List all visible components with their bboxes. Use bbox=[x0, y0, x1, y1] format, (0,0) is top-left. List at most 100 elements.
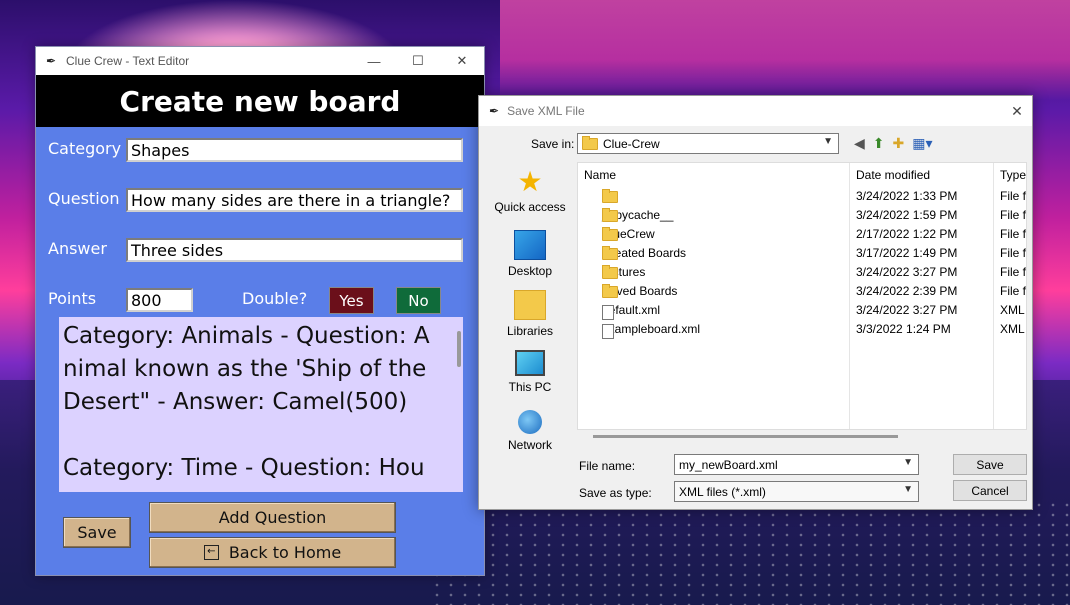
column-header-date[interactable]: Date modified bbox=[856, 163, 930, 187]
file-name-label: File name: bbox=[579, 459, 636, 473]
file-list-row[interactable]: ClueCrew 2/17/2022 1:22 PM File fo bbox=[578, 225, 1027, 244]
back-to-home-button[interactable]: ← Back to Home bbox=[149, 537, 396, 568]
folder-icon bbox=[602, 189, 618, 203]
file-date-cell: 2/17/2022 1:22 PM bbox=[856, 227, 958, 241]
save-in-label: Save in: bbox=[531, 137, 575, 151]
category-field[interactable]: Shapes bbox=[126, 138, 463, 162]
desktop-icon bbox=[514, 230, 546, 260]
answer-label: Answer bbox=[48, 239, 107, 258]
place-this-pc[interactable]: This PC bbox=[485, 350, 575, 394]
feather-icon: ✒ bbox=[46, 54, 57, 68]
preview-line bbox=[63, 419, 443, 452]
back-arrow-icon: ← bbox=[203, 545, 219, 560]
file-name-cell: Pictures bbox=[602, 265, 645, 279]
dialog-titlebar: ✒ Save XML File ✕ bbox=[479, 96, 1032, 126]
save-as-type-value: XML files (*.xml) bbox=[679, 484, 766, 499]
file-list-row[interactable]: Created Boards 3/17/2022 1:49 PM File fo bbox=[578, 244, 1026, 263]
file-date-cell: 3/24/2022 3:27 PM bbox=[856, 265, 958, 279]
file-name-text: exampleboard.xml bbox=[602, 322, 701, 336]
file-name-cell: .git bbox=[602, 189, 618, 203]
file-type-cell: File fo bbox=[1000, 227, 1027, 241]
folder-icon bbox=[602, 246, 618, 260]
up-folder-icon[interactable]: ⬆ bbox=[873, 135, 885, 152]
file-list-row[interactable]: default.xml 3/24/2022 3:27 PM XML bbox=[578, 301, 1026, 320]
points-field[interactable]: 800 bbox=[126, 288, 193, 312]
page-title: Create new board bbox=[36, 75, 484, 127]
file-name-cell: default.xml bbox=[602, 303, 660, 320]
save-in-combo[interactable]: Clue-Crew ▼ bbox=[577, 133, 839, 154]
folder-icon bbox=[602, 284, 618, 298]
file-list-row[interactable]: Saved Boards 3/24/2022 2:39 PM File fo bbox=[578, 282, 1027, 301]
maximize-icon[interactable]: ☐ bbox=[396, 47, 440, 75]
view-menu-icon[interactable]: ▦▾ bbox=[912, 135, 932, 152]
double-yes-button[interactable]: Yes bbox=[329, 287, 374, 314]
question-field[interactable]: How many sides are there in a triangle? bbox=[126, 188, 463, 212]
computer-icon bbox=[515, 350, 545, 376]
scrollbar-thumb[interactable] bbox=[593, 435, 898, 438]
double-no-button[interactable]: No bbox=[396, 287, 441, 314]
save-xml-dialog: ✒ Save XML File ✕ Save in: Clue-Crew ▼ ◀… bbox=[478, 95, 1033, 510]
background-city-lights bbox=[430, 500, 1070, 605]
place-desktop[interactable]: Desktop bbox=[485, 230, 575, 278]
close-icon[interactable]: ✕ bbox=[1002, 103, 1032, 120]
libraries-icon bbox=[514, 290, 546, 320]
chevron-down-icon: ▼ bbox=[903, 457, 913, 468]
preview-line: Category: Time - Question: Hou bbox=[63, 455, 425, 481]
file-name-value: my_newBoard.xml bbox=[679, 457, 778, 472]
place-label: Quick access bbox=[494, 200, 566, 214]
sort-indicator-icon: ⌃ bbox=[708, 162, 717, 170]
file-list-row[interactable]: Pictures 3/24/2022 3:27 PM File fo bbox=[578, 263, 1026, 282]
file-date-cell: 3/24/2022 1:33 PM bbox=[856, 189, 958, 203]
star-icon: ★ bbox=[517, 166, 543, 197]
places-bar: ★ Quick access Desktop Libraries This PC… bbox=[485, 162, 575, 507]
place-label: Libraries bbox=[506, 324, 554, 338]
back-icon[interactable]: ◀ bbox=[854, 135, 865, 152]
file-date-cell: 3/24/2022 3:27 PM bbox=[856, 303, 958, 317]
network-icon bbox=[518, 410, 542, 434]
file-list-row[interactable]: exampleboard.xml 3/3/2022 1:24 PM XML bbox=[578, 320, 1026, 339]
dialog-cancel-button[interactable]: Cancel bbox=[953, 480, 1027, 501]
file-date-cell: 3/24/2022 2:39 PM bbox=[856, 284, 958, 298]
folder-icon bbox=[602, 265, 618, 279]
place-network[interactable]: Network bbox=[485, 410, 575, 452]
horizontal-scrollbar[interactable] bbox=[577, 430, 1027, 442]
preview-line: Category: Animals - Question: Animal kno… bbox=[63, 323, 430, 415]
file-name-cell: Created Boards bbox=[602, 246, 686, 260]
add-question-button[interactable]: Add Question bbox=[149, 502, 396, 533]
double-label: Double? bbox=[242, 289, 308, 308]
column-header-name[interactable]: Name bbox=[584, 163, 616, 187]
dialog-save-button[interactable]: Save bbox=[953, 454, 1027, 475]
file-name-cell: Saved Boards bbox=[602, 284, 677, 298]
save-button[interactable]: Save bbox=[63, 517, 131, 548]
place-quick-access[interactable]: ★ Quick access bbox=[485, 166, 575, 215]
file-type-cell: File fo bbox=[1000, 284, 1027, 298]
place-libraries[interactable]: Libraries bbox=[485, 290, 575, 338]
question-label: Question bbox=[48, 189, 120, 208]
file-name-cell: ClueCrew bbox=[602, 227, 655, 241]
dialog-title: Save XML File bbox=[507, 104, 585, 118]
folder-icon bbox=[582, 135, 598, 150]
save-as-type-label: Save as type: bbox=[579, 486, 652, 500]
preview-scrollbar[interactable] bbox=[457, 331, 461, 367]
file-name-cell: exampleboard.xml bbox=[602, 322, 701, 339]
place-label: This PC bbox=[508, 380, 552, 394]
save-as-type-select[interactable]: XML files (*.xml) ▼ bbox=[674, 481, 919, 502]
text-editor-window: ✒ Clue Crew - Text Editor — ☐ ✕ Create n… bbox=[35, 46, 485, 576]
back-to-home-label: Back to Home bbox=[228, 543, 342, 562]
new-folder-icon[interactable]: ✚ bbox=[893, 135, 905, 152]
file-date-cell: 3/17/2022 1:49 PM bbox=[856, 246, 958, 260]
file-list-row[interactable]: __pycache__ 3/24/2022 1:59 PM File fo bbox=[578, 206, 1026, 225]
file-name-input[interactable]: my_newBoard.xml ▼ bbox=[674, 454, 919, 475]
questions-preview-textarea[interactable]: Category: Animals - Question: Animal kno… bbox=[59, 317, 463, 492]
column-header-type[interactable]: Type bbox=[1000, 163, 1026, 187]
file-list-row[interactable]: .git 3/24/2022 1:33 PM File fo bbox=[578, 187, 1026, 206]
file-name-cell: __pycache__ bbox=[602, 208, 673, 222]
editor-titlebar: ✒ Clue Crew - Text Editor — ☐ ✕ bbox=[36, 47, 484, 75]
file-type-cell: XML bbox=[1000, 303, 1025, 317]
file-date-cell: 3/3/2022 1:24 PM bbox=[856, 322, 951, 336]
close-icon[interactable]: ✕ bbox=[440, 47, 484, 75]
answer-field[interactable]: Three sides bbox=[126, 238, 463, 262]
minimize-icon[interactable]: — bbox=[352, 47, 396, 75]
dialog-toolbar: ◀ ⬆ ✚ ▦▾ bbox=[854, 135, 933, 152]
folder-icon bbox=[602, 208, 618, 222]
